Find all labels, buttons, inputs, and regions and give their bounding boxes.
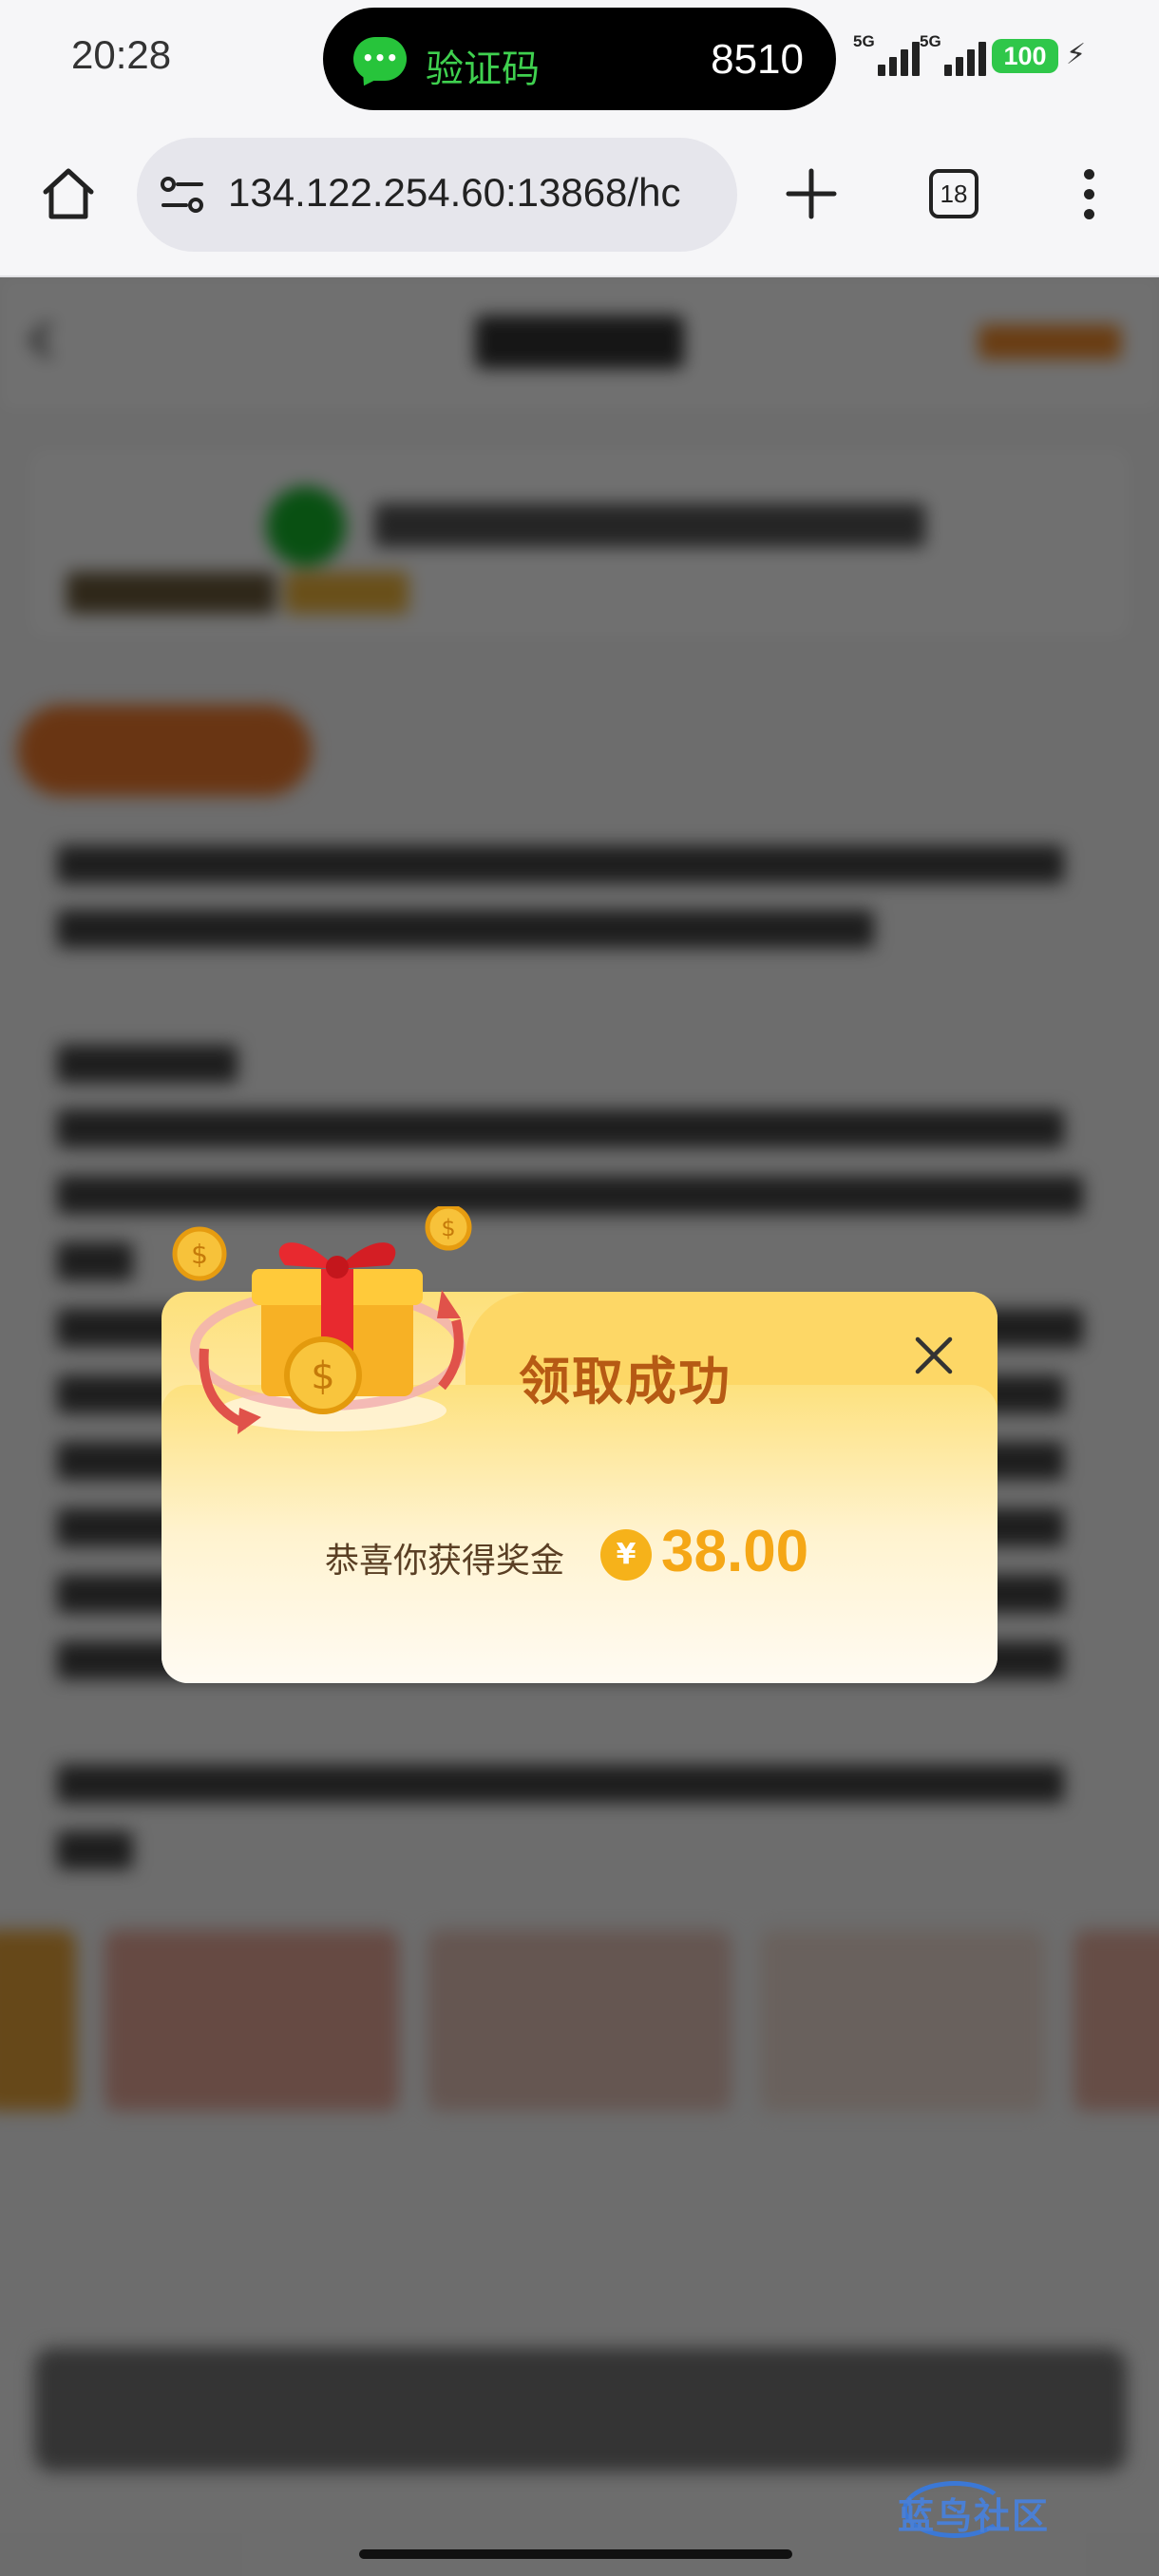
svg-text:$: $ xyxy=(441,1215,455,1241)
network-type: 5G xyxy=(853,32,875,50)
message-icon: ••• xyxy=(353,37,407,81)
charging-icon: ⚡ xyxy=(1066,38,1087,71)
network-type: 5G xyxy=(920,32,941,50)
verification-code: 8510 xyxy=(711,36,804,83)
close-icon[interactable] xyxy=(912,1334,956,1377)
home-indicator[interactable] xyxy=(359,2549,792,2559)
island-label: 验证码 xyxy=(426,47,540,91)
svg-text:$: $ xyxy=(191,1239,208,1270)
more-vert-icon[interactable] xyxy=(1077,169,1100,222)
plus-icon[interactable] xyxy=(783,165,840,222)
home-icon[interactable] xyxy=(38,163,99,224)
address-bar[interactable]: 134.122.254.60:13868/hc xyxy=(137,138,737,252)
reward-message: 恭喜你获得奖金 xyxy=(325,1542,565,1581)
dialog-title: 领取成功 xyxy=(519,1352,732,1411)
status-bar: 20:28 ••• 验证码 8510 5G 5G 100 ⚡ xyxy=(0,0,1159,116)
reward-amount: 38.00 xyxy=(661,1519,809,1584)
gift-box-icon: $ $ $ xyxy=(172,1206,472,1434)
signal-icon: 5G xyxy=(853,32,922,76)
site-settings-icon[interactable] xyxy=(160,174,205,216)
signal-icon: 5G xyxy=(920,32,988,76)
watermark: 蓝鸟社区 xyxy=(898,2495,1051,2537)
clock: 20:28 xyxy=(71,32,172,77)
dynamic-island-notification[interactable]: ••• 验证码 8510 xyxy=(323,8,836,110)
yuan-icon: ¥ xyxy=(600,1529,652,1581)
svg-text:$: $ xyxy=(311,1354,334,1398)
url-text[interactable]: 134.122.254.60:13868/hc xyxy=(228,170,680,216)
browser-toolbar: 134.122.254.60:13868/hc 18 xyxy=(0,116,1159,277)
tabs-button[interactable]: 18 xyxy=(929,169,978,218)
battery-icon: 100 xyxy=(992,39,1058,73)
